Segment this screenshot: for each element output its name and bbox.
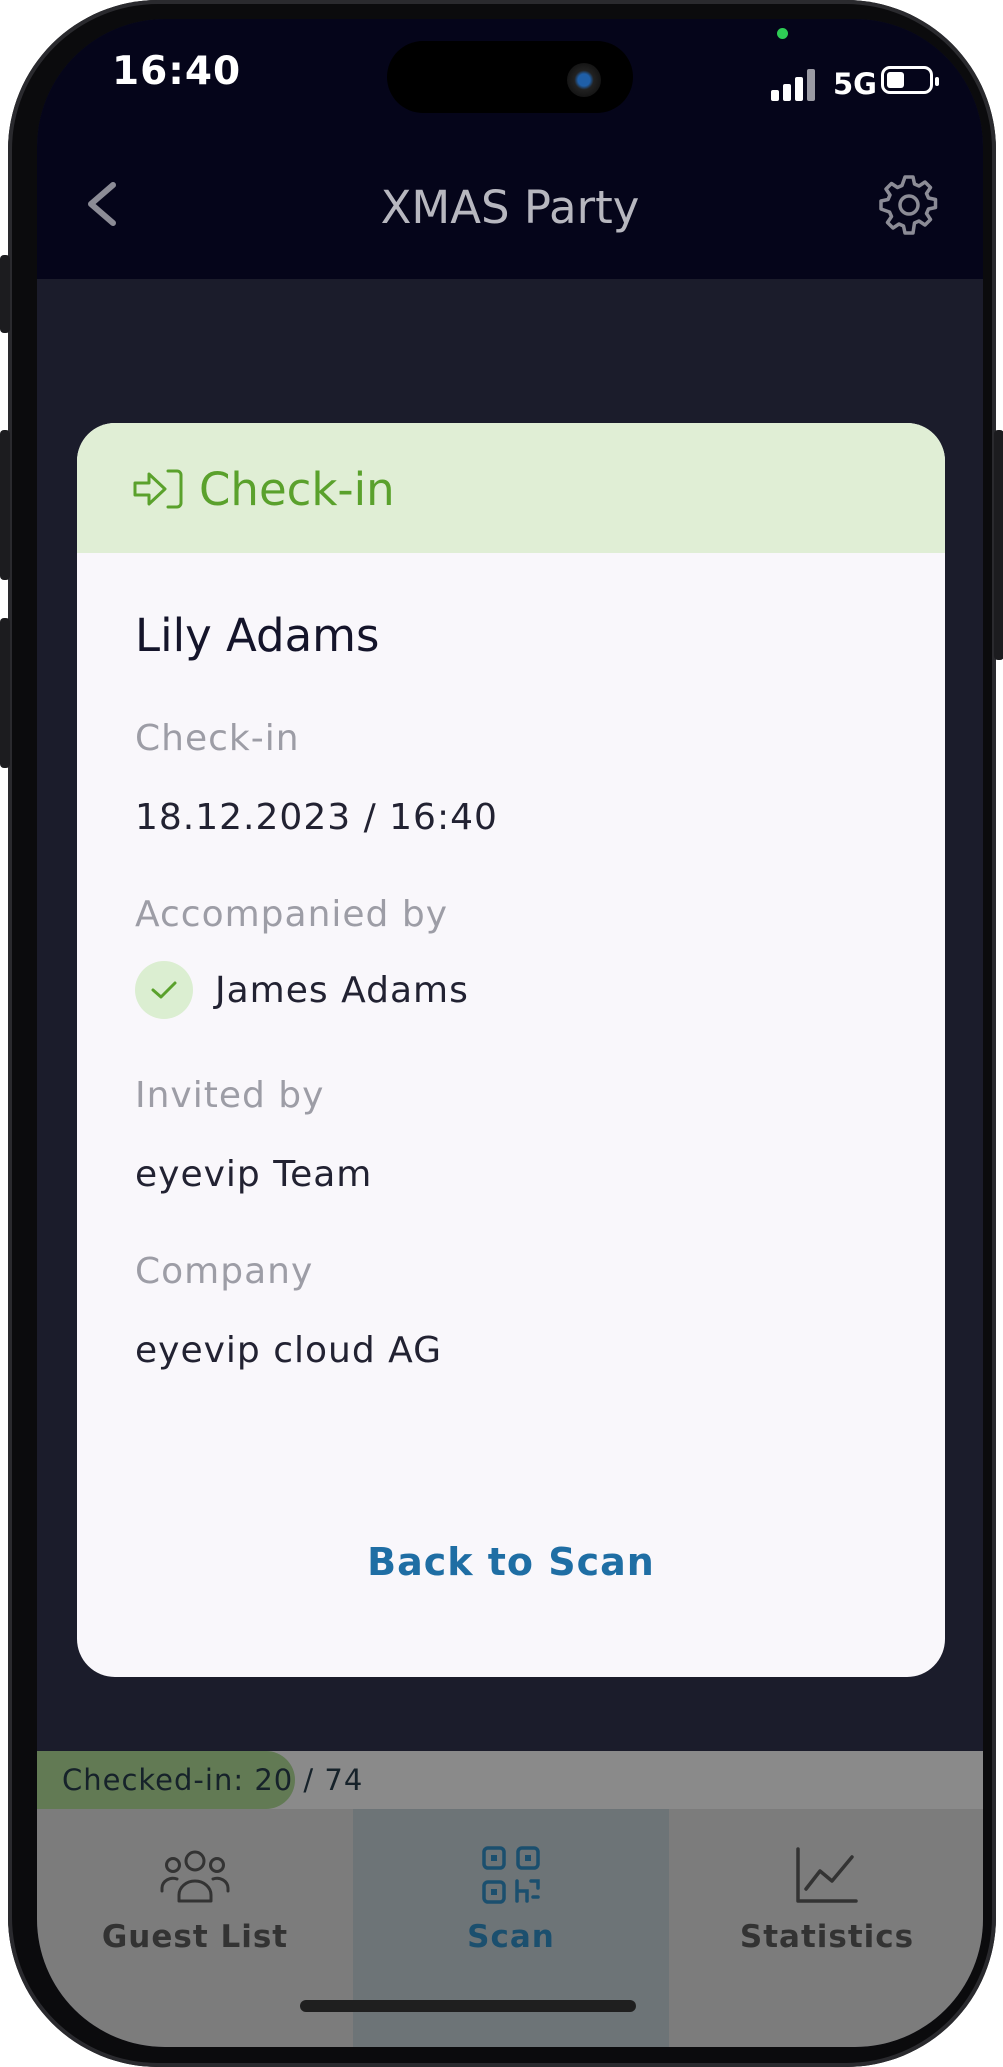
- gear-icon[interactable]: [877, 173, 941, 237]
- tab-label: Guest List: [101, 1919, 289, 1955]
- top-nav-bar: XMAS Party: [37, 129, 983, 279]
- company-value: eyevip cloud AG: [135, 1330, 443, 1371]
- camera-indicator-icon: [567, 63, 601, 97]
- chart-line-icon: [796, 1847, 858, 1903]
- companion-row: James Adams: [135, 961, 887, 1019]
- invited-by-value: eyevip Team: [135, 1154, 373, 1195]
- checkin-result-card: Check-in Lily Adams Check-in 18.12.2023 …: [77, 423, 945, 1677]
- status-bar: 16:40 5G: [37, 19, 983, 129]
- checkin-label: Check-in: [135, 718, 300, 759]
- privacy-indicator-dot: [777, 28, 788, 39]
- screen: 16:40 5G XMAS Party Check-in Lily Adams …: [37, 19, 983, 2047]
- tab-label: Statistics: [739, 1919, 915, 1955]
- status-time: 16:40: [112, 49, 242, 94]
- phone-power-button: [994, 430, 1003, 660]
- page-title: XMAS Party: [380, 181, 640, 234]
- tab-label: Scan: [467, 1919, 555, 1955]
- companion-name: James Adams: [215, 969, 469, 1011]
- phone-frame: 16:40 5G XMAS Party Check-in Lily Adams …: [0, 0, 1003, 2067]
- check-icon: [135, 961, 193, 1019]
- tab-statistics[interactable]: Statistics: [669, 1809, 983, 2047]
- battery-icon: [881, 66, 939, 94]
- card-body: Lily Adams Check-in 18.12.2023 / 16:40 A…: [77, 609, 945, 1371]
- card-title: Check-in: [199, 463, 395, 516]
- checkin-value: 18.12.2023 / 16:40: [135, 797, 498, 838]
- back-to-scan-button[interactable]: Back to Scan: [77, 1540, 945, 1584]
- company-label: Company: [135, 1251, 314, 1292]
- signal-icon: [771, 69, 821, 101]
- phone-action-button: [0, 255, 10, 333]
- people-icon: [160, 1850, 230, 1903]
- network-type: 5G: [833, 67, 877, 101]
- card-header: Check-in: [77, 423, 945, 553]
- checkin-counter-text: Checked-in: 20 / 74: [62, 1763, 364, 1797]
- phone-volume-down-button: [0, 618, 10, 768]
- invited-by-label: Invited by: [135, 1075, 325, 1116]
- qr-code-icon: [482, 1846, 540, 1904]
- guest-name: Lily Adams: [135, 609, 380, 662]
- home-indicator[interactable]: [300, 2000, 636, 2012]
- sign-in-icon: [133, 469, 183, 509]
- accompanied-label: Accompanied by: [135, 894, 449, 935]
- checkin-counter-bar: Checked-in: 20 / 74: [37, 1751, 983, 1809]
- phone-volume-up-button: [0, 430, 10, 580]
